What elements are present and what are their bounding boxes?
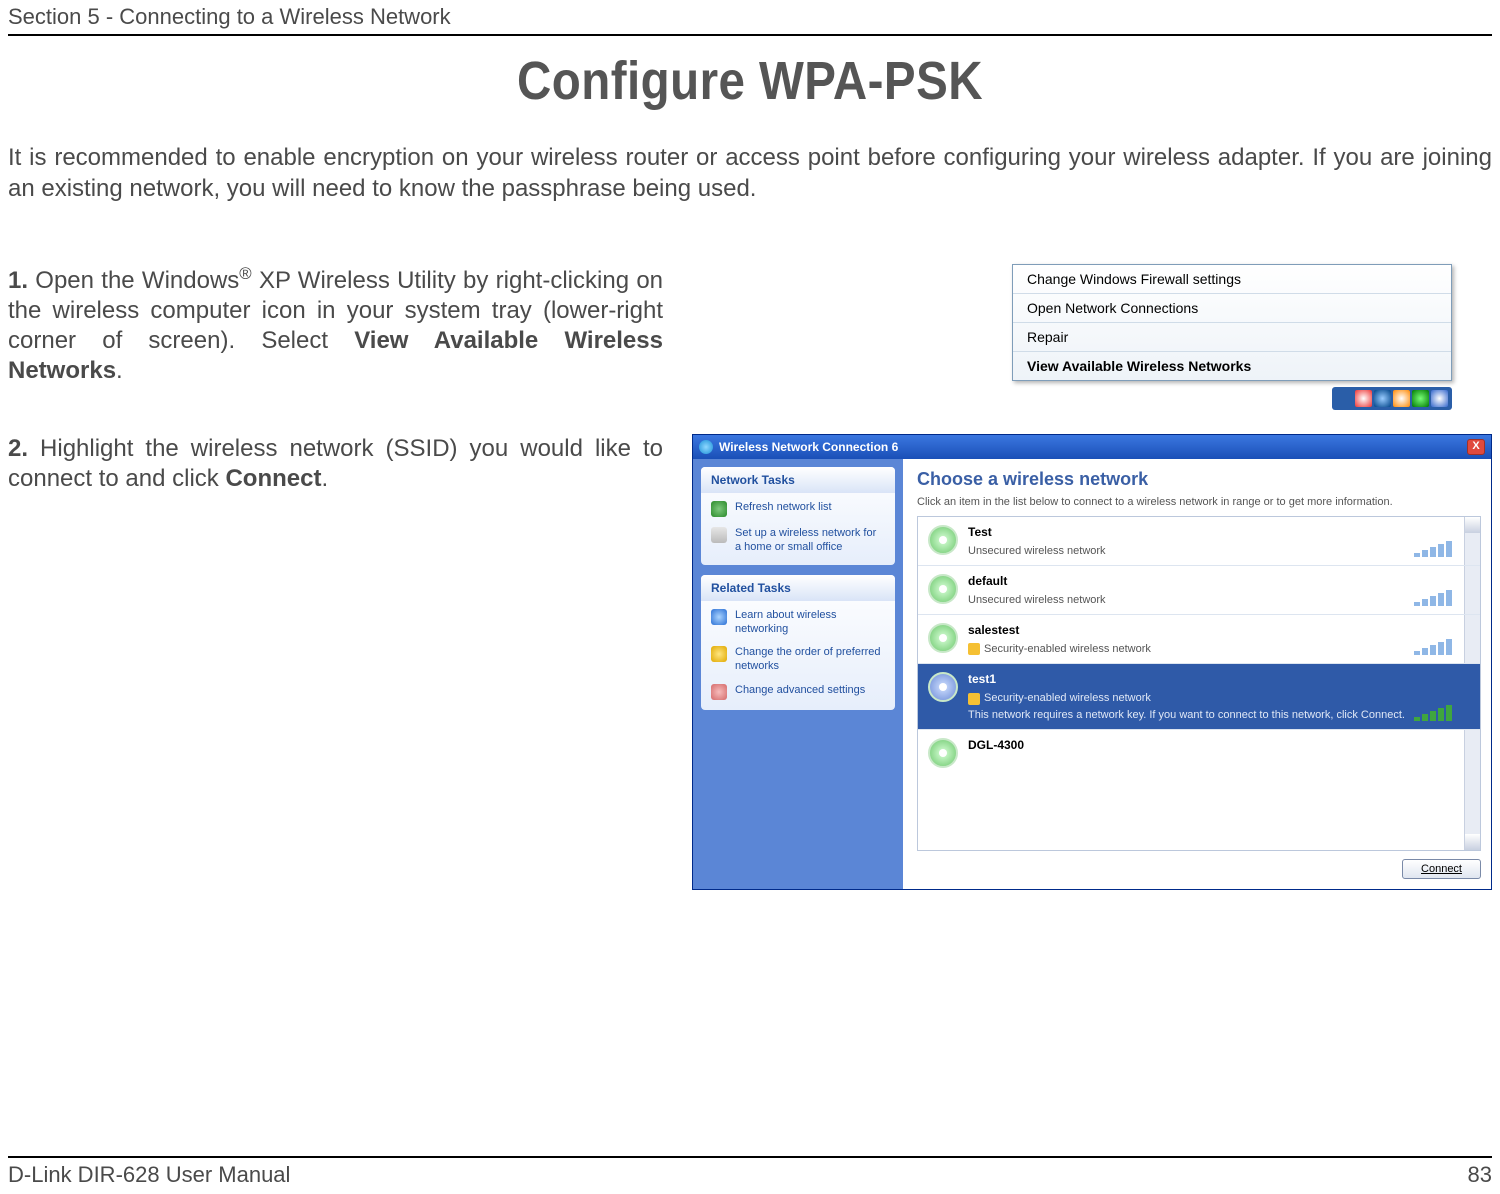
ctx-item-view-networks[interactable]: View Available Wireless Networks (1013, 352, 1451, 380)
wifi-icon (928, 525, 958, 555)
sidebar: Network Tasks Refresh network list Set u… (693, 459, 903, 889)
step-1-row: 1. Open the Windows® XP Wireless Utility… (8, 264, 1492, 410)
learn-wireless-link[interactable]: Learn about wireless networking (711, 609, 885, 637)
change-order-link[interactable]: Change the order of preferred networks (711, 646, 885, 674)
step-2-row: 2. Highlight the wireless network (SSID)… (8, 434, 1492, 890)
network-item-default[interactable]: default Unsecured wireless network (918, 566, 1480, 615)
intro-paragraph: It is recommended to enable encryption o… (8, 142, 1492, 204)
tray-wireless-icon[interactable] (1374, 390, 1391, 407)
wifi-icon (928, 574, 958, 604)
content-pane: Choose a wireless network Click an item … (903, 459, 1491, 889)
page-title: Configure WPA-PSK (97, 50, 1403, 112)
setup-icon (711, 527, 727, 543)
window-title: Wireless Network Connection 6 (719, 440, 898, 454)
network-tasks-header: Network Tasks (701, 467, 895, 493)
step-1-text: 1. Open the Windows® XP Wireless Utility… (8, 264, 663, 386)
connect-button[interactable]: Connect (1402, 859, 1481, 879)
system-tray (1332, 387, 1452, 410)
signal-icon (1414, 637, 1458, 655)
close-button[interactable]: X (1467, 439, 1485, 455)
choose-network-heading: Choose a wireless network (917, 469, 1481, 490)
star-icon (711, 646, 727, 662)
lock-icon (968, 693, 980, 705)
network-list: Test Unsecured wireless network default … (917, 516, 1481, 851)
advanced-settings-link[interactable]: Change advanced settings (711, 684, 885, 700)
page-footer: D-Link DIR-628 User Manual 83 (8, 1156, 1492, 1188)
step-2-number: 2. (8, 435, 28, 462)
signal-icon (1414, 539, 1458, 557)
wifi-icon (928, 623, 958, 653)
lock-icon (968, 643, 980, 655)
signal-icon (1414, 588, 1458, 606)
refresh-icon (711, 501, 727, 517)
step-2-text: 2. Highlight the wireless network (SSID)… (8, 434, 663, 494)
tray-icon[interactable] (1393, 390, 1410, 407)
footer-left: D-Link DIR-628 User Manual (8, 1162, 290, 1188)
info-icon (711, 609, 727, 625)
step-2-screenshot: Wireless Network Connection 6 X Network … (687, 434, 1492, 890)
wifi-icon (928, 672, 958, 702)
network-item-dgl4300[interactable]: DGL-4300 (918, 730, 1480, 772)
network-item-test[interactable]: Test Unsecured wireless network (918, 517, 1480, 566)
signal-icon (1414, 703, 1458, 721)
ctx-item-repair[interactable]: Repair (1013, 323, 1451, 352)
gear-icon (711, 684, 727, 700)
wifi-icon (928, 738, 958, 768)
antenna-icon (699, 440, 713, 454)
ctx-item-firewall[interactable]: Change Windows Firewall settings (1013, 265, 1451, 294)
network-item-salestest[interactable]: salestest Security-enabled wireless netw… (918, 615, 1480, 664)
wireless-connection-window: Wireless Network Connection 6 X Network … (692, 434, 1492, 890)
refresh-network-link[interactable]: Refresh network list (711, 501, 885, 517)
tray-icon[interactable] (1355, 390, 1372, 407)
tray-icon[interactable] (1412, 390, 1429, 407)
related-tasks-panel: Related Tasks Learn about wireless netwo… (701, 575, 895, 710)
page-number: 83 (1468, 1162, 1492, 1188)
section-header: Section 5 - Connecting to a Wireless Net… (8, 0, 1492, 36)
tray-icon[interactable] (1431, 390, 1448, 407)
ctx-item-open-connections[interactable]: Open Network Connections (1013, 294, 1451, 323)
window-titlebar[interactable]: Wireless Network Connection 6 X (693, 435, 1491, 459)
network-tasks-panel: Network Tasks Refresh network list Set u… (701, 467, 895, 565)
related-tasks-header: Related Tasks (701, 575, 895, 601)
network-item-test1[interactable]: test1 Security-enabled wireless network … (918, 664, 1480, 729)
setup-network-link[interactable]: Set up a wireless network for a home or … (711, 527, 885, 555)
step-1-screenshot: Change Windows Firewall settings Open Ne… (687, 264, 1492, 410)
choose-network-sub: Click an item in the list below to conne… (917, 496, 1481, 508)
step-1-number: 1. (8, 267, 28, 294)
context-menu: Change Windows Firewall settings Open Ne… (1012, 264, 1452, 381)
